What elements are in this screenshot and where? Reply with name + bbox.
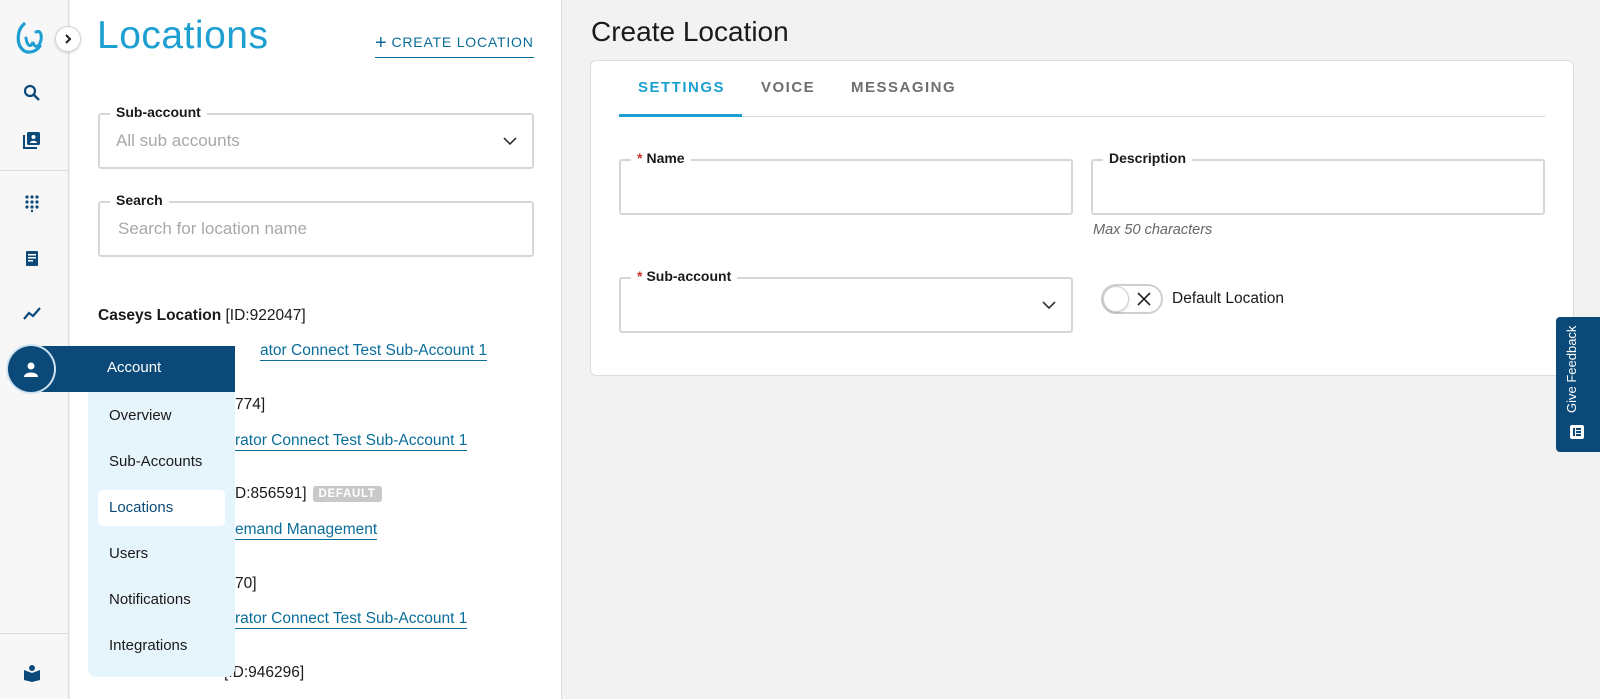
active-tab-indicator — [619, 114, 742, 117]
subaccount-select[interactable]: * Sub-account — [619, 268, 1073, 333]
create-location-card: SETTINGS VOICE MESSAGING * Name Descripti… — [590, 60, 1574, 376]
subaccount-filter-label: Sub-account — [110, 104, 207, 120]
expand-nav-button[interactable] — [55, 26, 81, 52]
tab-messaging[interactable]: MESSAGING — [851, 79, 956, 96]
nav-help[interactable] — [20, 661, 44, 685]
name-label-text: Name — [646, 150, 685, 166]
account-avatar — [8, 346, 54, 392]
toggle-knob — [1103, 286, 1129, 312]
subaccount-filter-placeholder: All sub accounts — [116, 131, 240, 150]
location-subaccount-link[interactable]: rator Connect Test Sub-Account 1 — [235, 432, 468, 451]
default-location-label: Default Location — [1172, 290, 1285, 307]
nav-contacts[interactable] — [20, 128, 44, 152]
location-subaccount-link[interactable]: ator Connect Test Sub-Account 1 — [260, 342, 488, 361]
nav-analytics[interactable] — [20, 302, 44, 326]
menu-item-notifications[interactable]: Notifications — [98, 582, 225, 618]
tab-voice[interactable]: VOICE — [761, 79, 815, 96]
required-marker: * — [637, 268, 643, 284]
menu-item-sub-accounts[interactable]: Sub-Accounts — [98, 444, 225, 480]
location-id: 70] — [235, 575, 257, 592]
list-item[interactable]: 774] — [235, 396, 265, 414]
tab-bar: SETTINGS VOICE MESSAGING — [619, 61, 1545, 117]
menu-item-locations[interactable]: Locations — [98, 490, 225, 526]
location-id: [ID:946296] — [224, 664, 305, 681]
search-icon — [23, 84, 40, 101]
location-name: Caseys Location — [98, 307, 222, 324]
brand-logo[interactable] — [14, 20, 48, 56]
nav-divider-bottom — [0, 633, 69, 634]
default-badge: DEFAULT — [312, 486, 382, 502]
chevron-down-icon — [1042, 301, 1056, 310]
location-id: D:856591] — [235, 485, 307, 502]
nav-billing[interactable] — [20, 247, 44, 271]
location-id: [ID:922047] — [225, 307, 306, 324]
feedback-form-icon — [1570, 425, 1584, 439]
analytics-icon — [23, 307, 41, 320]
description-hint: Max 50 characters — [1093, 222, 1213, 238]
default-location-toggle[interactable] — [1101, 284, 1163, 314]
account-label: Account — [107, 359, 162, 376]
list-item[interactable]: D:856591] DEFAULT — [235, 485, 382, 503]
subaccount-label-text: Sub-account — [646, 268, 732, 284]
page-title: Locations — [97, 14, 269, 57]
menu-item-integrations[interactable]: Integrations — [98, 628, 225, 664]
receipt-icon — [26, 251, 38, 266]
list-item[interactable]: 70] — [235, 575, 257, 593]
description-field[interactable]: Description — [1091, 150, 1545, 215]
chevron-down-icon — [503, 137, 517, 146]
nav-dialpad[interactable] — [20, 191, 44, 215]
create-location-label: CREATE LOCATION — [391, 34, 534, 50]
contacts-book-icon — [23, 132, 40, 149]
description-label: Description — [1103, 150, 1193, 166]
nav-divider — [0, 170, 69, 171]
create-location-button[interactable]: + CREATE LOCATION — [375, 32, 534, 58]
dialpad-icon — [25, 195, 39, 212]
person-icon — [24, 362, 38, 377]
list-item[interactable]: Caseys Location [ID:922047] — [98, 307, 306, 325]
form-title: Create Location — [591, 16, 789, 47]
give-feedback-label: Give Feedback — [1564, 325, 1579, 413]
search-input[interactable]: Search for location name — [118, 219, 307, 239]
location-subaccount-link[interactable]: rator Connect Test Sub-Account 1 — [235, 610, 468, 629]
tab-settings[interactable]: SETTINGS — [638, 79, 725, 96]
give-feedback-tab[interactable]: Give Feedback — [1556, 317, 1600, 452]
location-subaccount-link[interactable]: emand Management — [235, 521, 378, 540]
account-nav-button[interactable]: Account — [8, 346, 235, 392]
menu-item-overview[interactable]: Overview — [98, 398, 225, 434]
name-label: * Name — [631, 150, 691, 166]
chevron-right-icon — [65, 34, 72, 44]
nav-search[interactable] — [20, 81, 44, 105]
location-search-field[interactable]: Search Search for location name — [98, 192, 534, 257]
menu-item-users[interactable]: Users — [98, 536, 225, 572]
plus-icon: + — [375, 32, 388, 54]
search-label: Search — [110, 192, 169, 208]
help-book-icon — [24, 665, 40, 682]
required-marker: * — [637, 150, 643, 166]
location-id: 774] — [235, 396, 266, 413]
account-submenu: Overview Sub-Accounts Locations Users No… — [88, 392, 235, 677]
name-field[interactable]: * Name — [619, 150, 1073, 215]
close-icon — [1137, 292, 1151, 306]
subaccount-filter-select[interactable]: Sub-account All sub accounts — [98, 104, 534, 169]
subaccount-label: * Sub-account — [631, 268, 738, 284]
